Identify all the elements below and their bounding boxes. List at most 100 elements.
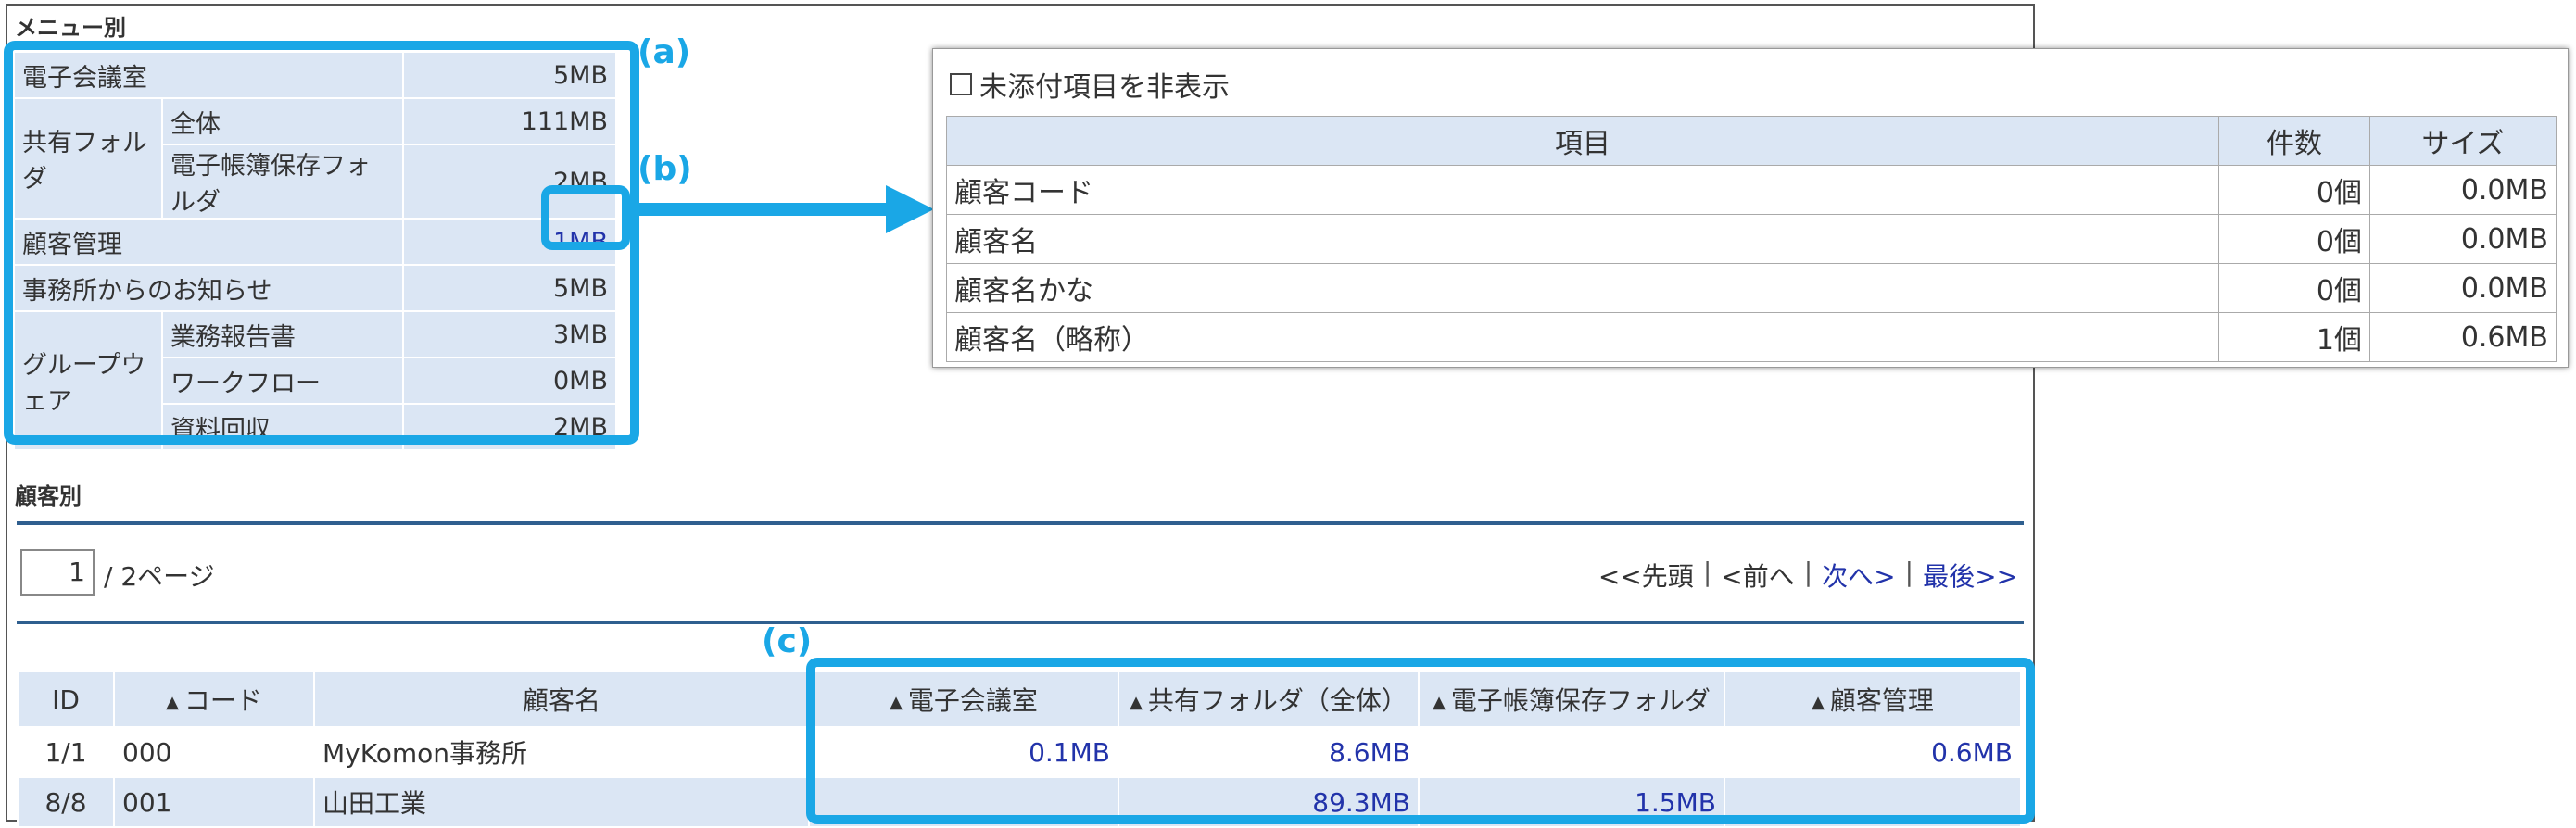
column-header-id: ID (17, 671, 115, 728)
next-page-link[interactable]: 次へ> (1822, 557, 1895, 594)
menu-label: 電子会議室 (13, 51, 404, 99)
attachment-detail-popup: 未添付項目を非表示 項目 件数 サイズ 顧客コード 0個 0.0MB 顧客名 0… (932, 48, 2569, 368)
menu-value: 5MB (402, 51, 617, 99)
first-page-link: <<先頭 (1597, 561, 1694, 592)
cell-id: 8/8 (17, 776, 115, 828)
table-row: 8/8 001 山田工業 89.3MB 1.5MB (17, 776, 2022, 828)
cell-code: 000 (113, 726, 315, 778)
table-row: 顧客名（略称） 1個 0.6MB (946, 312, 2557, 362)
cell-name: MyKomon事務所 (313, 726, 810, 778)
table-row: 1/1 000 MyKomon事務所 0.1MB 8.6MB 0.6MB (17, 726, 2022, 778)
page-number-input[interactable]: 1 (20, 549, 95, 596)
column-header-shared[interactable]: ▲ 共有フォルダ（全体） (1118, 671, 1420, 728)
sort-asc-icon: ▲ (1812, 693, 1825, 712)
menu-section-heading: メニュー別 (15, 15, 126, 41)
cell-ebook-size-link[interactable] (1418, 726, 1725, 778)
item-name: 顧客名（略称） (946, 312, 2219, 362)
callout-c-label: (c) (762, 622, 813, 660)
column-header-label: 顧客管理 (1829, 685, 1934, 716)
cell-id: 1/1 (17, 726, 115, 778)
item-size: 0.0MB (2369, 214, 2557, 264)
cell-shared-size-link[interactable]: 8.6MB (1118, 726, 1420, 778)
menu-group-label: 共有フォルダ (13, 97, 163, 220)
cell-code: 001 (113, 776, 315, 828)
menu-group-label: グループウェア (13, 310, 163, 451)
menu-value: 5MB (402, 264, 617, 312)
table-row: 顧客名かな 0個 0.0MB (946, 263, 2557, 313)
item-count: 0個 (2218, 263, 2370, 313)
menu-sub-label: 電子帳簿保存フォルダ (161, 144, 404, 220)
cell-meeting-size-link[interactable]: 0.1MB (808, 726, 1119, 778)
table-header-row: 項目 件数 サイズ (946, 116, 2557, 166)
item-count: 0個 (2218, 214, 2370, 264)
column-header-item: 項目 (946, 116, 2219, 166)
item-size: 0.6MB (2369, 312, 2557, 362)
section-divider (17, 621, 2024, 624)
menu-sub-label: 全体 (161, 97, 404, 145)
customer-section-heading: 顧客別 (15, 483, 82, 509)
callout-a-label: (a) (638, 33, 691, 71)
menu-value: 0MB (402, 357, 617, 405)
customer-management-size-link[interactable]: 1MB (402, 218, 617, 266)
item-size: 0.0MB (2369, 263, 2557, 313)
column-header-size: サイズ (2369, 116, 2557, 166)
column-header-label: 電子会議室 (907, 685, 1038, 716)
column-header-name: 顧客名 (313, 671, 810, 728)
attachment-detail-table: 項目 件数 サイズ 顧客コード 0個 0.0MB 顧客名 0個 0.0MB 顧客… (946, 116, 2557, 362)
menu-label: 事務所からのお知らせ (13, 264, 404, 312)
menu-value: 3MB (402, 310, 617, 358)
item-size: 0.0MB (2369, 165, 2557, 215)
customer-usage-table: ID ▲ コード 顧客名 ▲ 電子会議室 ▲ 共有フォルダ（全体） ▲ 電子帳簿保存フォ… (17, 671, 2022, 828)
arrow-right-icon (886, 185, 934, 233)
pager-separator: | (1904, 557, 1914, 587)
column-header-label: 電子帳簿保存フォルダ (1450, 685, 1711, 716)
hide-unattached-label: 未添付項目を非表示 (979, 71, 1230, 104)
sort-asc-icon: ▲ (890, 693, 903, 712)
menu-value: 2MB (402, 403, 617, 451)
item-count: 1個 (2218, 312, 2370, 362)
table-row: 電子会議室 5MB (13, 51, 617, 99)
cell-ebook-size-link[interactable]: 1.5MB (1418, 776, 1725, 828)
prev-page-link: <前へ (1721, 561, 1795, 592)
hide-unattached-toggle[interactable]: 未添付項目を非表示 (950, 64, 1230, 105)
cell-meeting-size-link[interactable] (808, 776, 1119, 828)
item-name: 顧客名 (946, 214, 2219, 264)
table-row: 顧客管理 1MB (13, 218, 617, 266)
menu-value: 2MB (402, 144, 617, 220)
cell-name: 山田工業 (313, 776, 810, 828)
sort-asc-icon: ▲ (166, 693, 179, 712)
table-header-row: ID ▲ コード 顧客名 ▲ 電子会議室 ▲ 共有フォルダ（全体） ▲ 電子帳簿保存フォ… (17, 671, 2022, 728)
pager-separator: | (1702, 557, 1712, 587)
table-row: 事務所からのお知らせ 5MB (13, 264, 617, 312)
checkbox-icon[interactable] (950, 73, 972, 95)
cell-customer-size-link[interactable]: 0.6MB (1724, 726, 2022, 778)
column-header-code[interactable]: ▲ コード (113, 671, 315, 728)
pagination-nav: <<先頭 | <前へ | 次へ> | 最後>> (1598, 557, 2018, 594)
item-name: 顧客名かな (946, 263, 2219, 313)
arrow-line (630, 203, 890, 216)
column-header-count: 件数 (2218, 116, 2370, 166)
column-header-customer[interactable]: ▲ 顧客管理 (1724, 671, 2022, 728)
pager-separator: | (1803, 557, 1813, 587)
table-row: 顧客コード 0個 0.0MB (946, 165, 2557, 215)
cell-customer-size-link[interactable] (1724, 776, 2022, 828)
callout-b-label: (b) (638, 150, 692, 188)
menu-value: 111MB (402, 97, 617, 145)
last-page-link[interactable]: 最後>> (1923, 557, 2018, 594)
menu-sub-label: 資料回収 (161, 403, 404, 451)
table-row: 共有フォルダ 全体 111MB (13, 97, 617, 220)
item-name: 顧客コード (946, 165, 2219, 215)
column-header-label: 共有フォルダ（全体） (1147, 685, 1408, 716)
menu-sub-label: ワークフロー (161, 357, 404, 405)
item-count: 0個 (2218, 165, 2370, 215)
cell-shared-size-link[interactable]: 89.3MB (1118, 776, 1420, 828)
section-divider (17, 521, 2024, 525)
menu-usage-table: 電子会議室 5MB 共有フォルダ 全体 111MB 電子帳簿保存フォルダ 2MB… (13, 51, 617, 451)
page-total-label: / 2ページ (104, 561, 215, 592)
table-row: グループウェア 業務報告書 3MB (13, 310, 617, 451)
column-header-ebook[interactable]: ▲ 電子帳簿保存フォルダ (1418, 671, 1725, 728)
column-header-meeting[interactable]: ▲ 電子会議室 (808, 671, 1119, 728)
table-row: 顧客名 0個 0.0MB (946, 214, 2557, 264)
menu-sub-label: 業務報告書 (161, 310, 404, 358)
sort-asc-icon: ▲ (1433, 693, 1446, 712)
